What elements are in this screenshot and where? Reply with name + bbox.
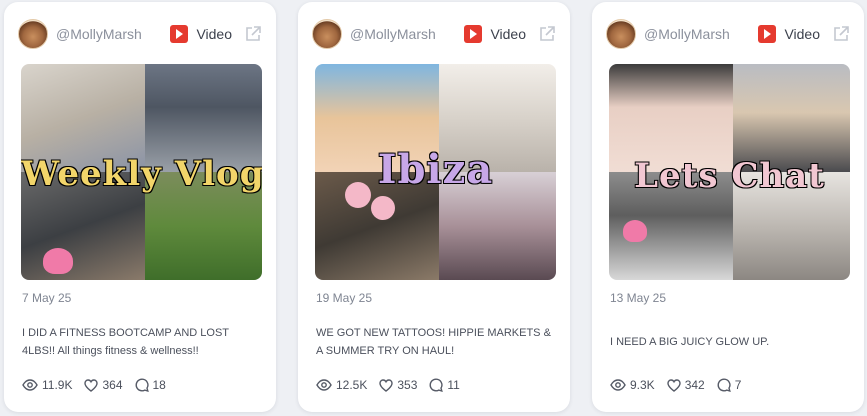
comment-icon [717,378,731,392]
comment-icon [429,378,444,392]
views-stat: 12.5K [316,378,367,392]
content-type-label: Video [490,26,526,42]
comments-count: 7 [734,378,742,392]
comments-count: 11 [447,378,460,392]
card-header: @MollyMarsh Video [18,16,262,52]
comment-icon [135,378,149,392]
views-count: 9.3K [630,378,655,392]
likes-stat: 353 [379,378,417,392]
comments-stat: 7 [717,378,742,392]
author-handle[interactable]: @MollyMarsh [56,26,170,42]
heart-icon [666,378,681,392]
author-handle[interactable]: @MollyMarsh [644,26,758,42]
youtube-icon [170,25,189,43]
external-link-icon[interactable] [538,25,556,43]
views-count: 11.9K [42,378,73,392]
post-caption: WE GOT NEW TATTOOS! HIPPIE MARKETS & A S… [316,327,551,357]
views-count: 12.5K [336,378,368,392]
content-type-label: Video [196,26,232,42]
post-caption: I DID A FITNESS BOOTCAMP AND LOST 4LBS!!… [22,327,229,357]
likes-count: 342 [684,378,705,392]
engagement-stats: 9.3K 342 7 [610,378,753,392]
post-date: 19 May 25 [316,291,373,305]
avatar[interactable] [606,19,636,49]
eye-icon [22,379,38,391]
views-stat: 9.3K [610,378,655,392]
card-header: @MollyMarsh Video [312,16,556,52]
thumbnail-title: Lets Chat [634,156,825,196]
video-thumbnail[interactable]: Lets Chat [609,64,850,280]
heart-icon [84,378,99,392]
content-type-label: Video [784,26,820,42]
post-caption: I NEED A BIG JUICY GLOW UP. [610,336,770,348]
thumbnail-title: Weekly Vlog [21,154,262,194]
video-card[interactable]: @MollyMarsh Video Weekly Vlog 7 May 25 I… [4,2,276,412]
thumbnail-title: Ibiza [377,146,494,193]
youtube-icon [464,25,483,43]
external-link-icon[interactable] [832,25,850,43]
engagement-stats: 11.9K 364 18 [22,378,178,392]
engagement-stats: 12.5K 353 11 [316,378,472,392]
likes-stat: 364 [84,378,123,392]
likes-count: 364 [102,378,123,392]
video-card[interactable]: @MollyMarsh Video Lets Chat 13 May 25 I … [592,2,864,412]
heart-icon [379,378,394,392]
comments-count: 18 [152,378,166,392]
likes-count: 353 [397,378,418,392]
avatar[interactable] [312,19,342,49]
video-thumbnail[interactable]: Ibiza [315,64,556,280]
video-thumbnail[interactable]: Weekly Vlog [21,64,262,280]
youtube-icon [758,25,777,43]
eye-icon [316,379,332,391]
external-link-icon[interactable] [244,25,262,43]
post-date: 7 May 25 [22,291,72,305]
likes-stat: 342 [666,378,705,392]
comments-stat: 11 [429,378,460,392]
card-header: @MollyMarsh Video [606,16,850,52]
post-date: 13 May 25 [610,291,667,305]
eye-icon [610,379,626,391]
author-handle[interactable]: @MollyMarsh [350,26,464,42]
avatar[interactable] [18,19,48,49]
video-card[interactable]: @MollyMarsh Video Ibiza 19 May 25 WE GOT… [298,2,570,412]
comments-stat: 18 [135,378,166,392]
views-stat: 11.9K [22,378,72,392]
